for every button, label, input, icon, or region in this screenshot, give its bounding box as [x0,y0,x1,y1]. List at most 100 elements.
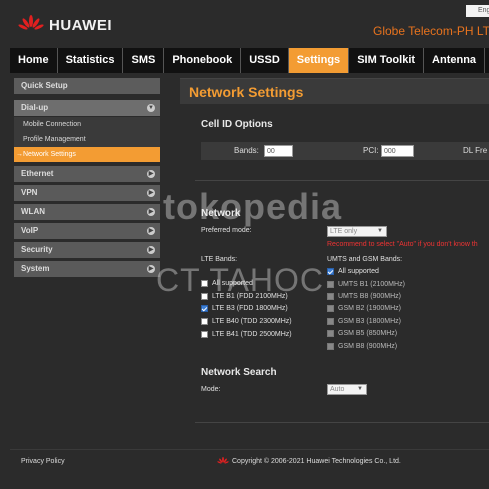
tab-phonebook[interactable]: Phonebook [164,48,242,73]
lte-bands-label: LTE Bands: [201,256,238,263]
sidebar-item-quick-setup[interactable]: Quick Setup [14,78,160,94]
checkbox[interactable] [201,331,208,338]
chevron-right-icon: ▶ [147,265,155,273]
bands-input[interactable]: 00 [264,145,293,157]
checkbox-disabled[interactable] [327,305,334,312]
tab-sms[interactable]: SMS [123,48,165,73]
network-search-title: Network Search [201,367,277,378]
checkbox-checked[interactable] [327,268,334,275]
sidebar-item-dialup[interactable]: Dial-up ▼ [14,100,160,116]
page-title: Network Settings [189,84,304,100]
sidebar-item-label: Dial-up [21,103,49,112]
checkbox-disabled[interactable] [327,281,334,288]
umts-band-checkbox[interactable]: GSM B5 (850MHz) [327,330,397,337]
checkbox[interactable] [201,293,208,300]
checkbox-disabled[interactable] [327,293,334,300]
bands-label: Bands: [234,146,259,155]
divider [195,422,489,423]
checkbox[interactable] [201,280,208,287]
checkbox-disabled[interactable] [327,318,334,325]
chevron-down-icon: ▼ [357,386,363,392]
dl-frequency-label: DL Fre [463,146,488,155]
network-title: Network [201,208,241,219]
huawei-flower-icon [217,457,229,464]
tab-home[interactable]: Home [10,48,58,73]
umts-band-checkbox[interactable]: All supported [327,268,379,275]
checkbox-label: LTE B41 (TDD 2500MHz) [212,331,292,338]
cell-id-row: Bands: 00 PCI: 000 DL Fre [201,142,489,160]
lte-band-checkbox[interactable]: LTE B40 (TDD 2300MHz) [201,318,292,325]
divider [195,180,489,181]
tab-statistics[interactable]: Statistics [58,48,124,73]
checkbox-label: GSM B8 (900MHz) [338,343,398,350]
umts-band-checkbox[interactable]: GSM B2 (1900MHz) [327,305,401,312]
tab-sim-toolkit[interactable]: SIM Toolkit [349,48,425,73]
chevron-down-icon: ▼ [147,104,155,112]
lte-band-checkbox[interactable]: All supported [201,280,253,287]
preferred-mode-label: Preferred mode: [201,227,252,234]
checkbox-label: GSM B2 (1900MHz) [338,305,402,312]
chevron-right-icon: ▶ [147,227,155,235]
top-nav: Home Statistics SMS Phonebook USSD Setti… [10,48,489,73]
umts-band-checkbox[interactable]: UMTS B8 (900MHz) [327,293,401,300]
checkbox-label: All supported [338,268,379,275]
sidebar-item-label: Ethernet [21,169,54,178]
operator-name: Globe Telecom-PH LTE [373,24,489,38]
checkbox-label: All supported [212,280,253,287]
sidebar-item-wlan[interactable]: WLAN ▶ [14,204,160,220]
checkbox-checked[interactable] [201,305,208,312]
pci-label: PCI: [363,146,379,155]
lte-band-checkbox[interactable]: LTE B3 (FDD 1800MHz) [201,305,288,312]
sidebar-item-label: Security [21,245,53,254]
sidebar-item-system[interactable]: System ▶ [14,261,160,277]
mode-warning: Recommend to select "Auto" if you don't … [327,241,478,248]
checkbox-label: UMTS B8 (900MHz) [338,293,402,300]
sidebar-subitem-profile-management[interactable]: Profile Management [14,132,160,147]
sidebar-subitem-network-settings[interactable]: →Network Settings [14,147,160,162]
umts-band-checkbox[interactable]: GSM B8 (900MHz) [327,343,397,350]
search-mode-label: Mode: [201,386,221,393]
sidebar-subitem-mobile-connection[interactable]: Mobile Connection [14,117,160,132]
copyright-text: Copyright © 2006-2021 Huawei Technologie… [232,458,401,465]
search-mode-select[interactable]: Auto ▼ [327,384,367,395]
sidebar-item-ethernet[interactable]: Ethernet ▶ [14,166,160,182]
page-title-bar: Network Settings [180,78,489,104]
language-select[interactable]: English [466,5,489,17]
checkbox-disabled[interactable] [327,343,334,350]
tab-antenna[interactable]: Antenna [424,48,486,73]
checkbox-disabled[interactable] [327,330,334,337]
brand-name: HUAWEI [49,16,112,34]
checkbox-label: LTE B40 (TDD 2300MHz) [212,318,292,325]
chevron-right-icon: ▶ [147,170,155,178]
checkbox-label: GSM B3 (1800MHz) [338,318,402,325]
lte-band-checkbox[interactable]: LTE B1 (FDD 2100MHz) [201,293,288,300]
pci-input[interactable]: 000 [381,145,414,157]
umts-gsm-bands-label: UMTS and GSM Bands: [327,256,403,263]
footer: Privacy Policy Copyright © 2006-2021 Hua… [10,449,489,477]
tab-settings[interactable]: Settings [288,48,350,73]
sidebar-item-voip[interactable]: VoIP ▶ [14,223,160,239]
chevron-right-icon: ▶ [147,208,155,216]
preferred-mode-value: LTE only [330,228,358,235]
umts-band-checkbox[interactable]: UMTS B1 (2100MHz) [327,281,405,288]
checkbox-label: LTE B3 (FDD 1800MHz) [212,305,288,312]
preferred-mode-select[interactable]: LTE only ▼ [327,226,387,237]
copyright: Copyright © 2006-2021 Huawei Technologie… [217,457,401,466]
sidebar-item-label: System [21,264,50,273]
header: HUAWEI English Globe Telecom-PH LTE [10,0,489,46]
lte-band-checkbox[interactable]: LTE B41 (TDD 2500MHz) [201,331,292,338]
tab-ussd[interactable]: USSD [241,48,289,73]
cell-id-title: Cell ID Options [201,119,273,130]
sidebar-item-security[interactable]: Security ▶ [14,242,160,258]
huawei-logo: HUAWEI [18,15,112,35]
checkbox-label: UMTS B1 (2100MHz) [338,281,405,288]
checkbox[interactable] [201,318,208,325]
sidebar: Quick Setup Dial-up ▼ Mobile Connection … [14,78,160,280]
umts-band-checkbox[interactable]: GSM B3 (1800MHz) [327,318,401,325]
sidebar-item-label: WLAN [21,207,45,216]
sidebar-item-label: Quick Setup [21,81,68,90]
sidebar-item-label: VPN [21,188,38,197]
privacy-policy-link[interactable]: Privacy Policy [21,458,65,465]
chevron-right-icon: ▶ [147,189,155,197]
sidebar-item-vpn[interactable]: VPN ▶ [14,185,160,201]
